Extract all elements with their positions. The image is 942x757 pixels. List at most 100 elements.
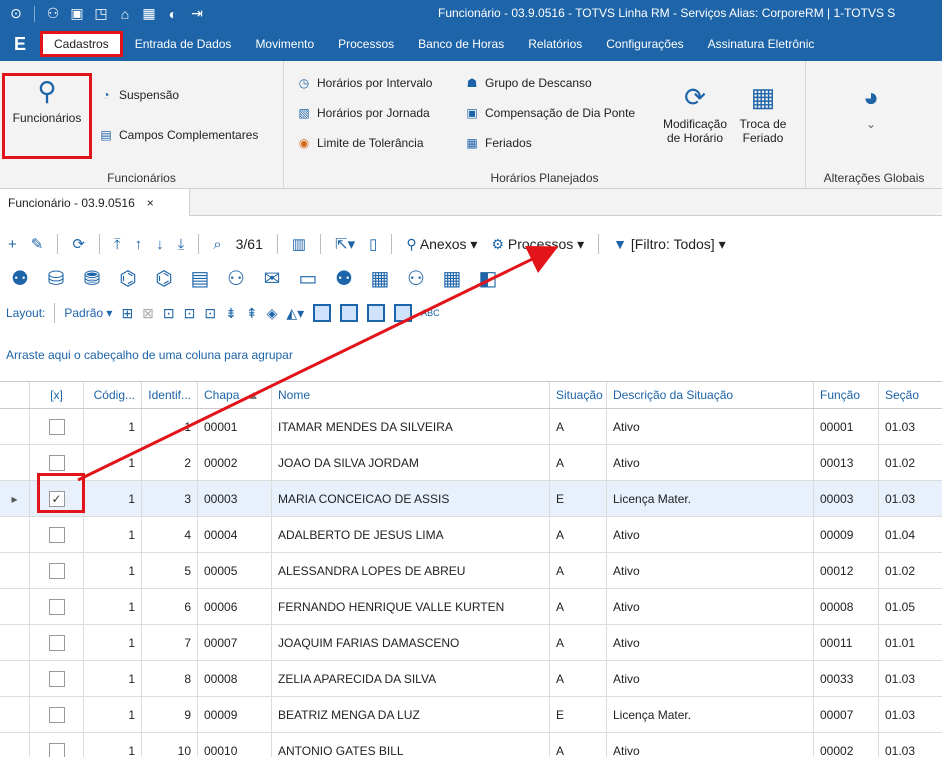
calculator-icon[interactable]: ▦: [139, 4, 159, 24]
col-header-codigo[interactable]: Códig...: [84, 382, 142, 408]
expand-icon[interactable]: ⇞: [246, 305, 258, 322]
exit-icon[interactable]: ⇥: [187, 4, 207, 24]
compensacao-dia-ponte-button[interactable]: ▣ Compensação de Dia Ponte: [464, 105, 635, 121]
row-checkbox[interactable]: [30, 589, 84, 624]
anexos-dropdown[interactable]: ⚲ Anexos ▾: [406, 236, 477, 253]
card-icon[interactable]: ▭: [294, 266, 322, 291]
processos-dropdown[interactable]: ⚙ Processos ▾: [491, 236, 584, 253]
row-checkbox[interactable]: [30, 517, 84, 552]
windows-menu-icon[interactable]: ◳: [91, 4, 111, 24]
view-single-icon[interactable]: [313, 304, 332, 322]
modificacao-horario-button[interactable]: ⟳ Modificação de Horário: [660, 81, 730, 145]
row-checkbox[interactable]: [30, 733, 84, 757]
col-header-nome[interactable]: Nome: [272, 382, 550, 408]
checkbox[interactable]: [48, 454, 65, 471]
mail-icon[interactable]: ✉: [258, 266, 286, 291]
window-icon[interactable]: ▣: [67, 4, 87, 24]
table-row[interactable]: 1 7 00007 JOAQUIM FARIAS DAMASCENO A Ativo 000…: [0, 625, 942, 661]
table-row[interactable]: 1 2 00002 JOAO DA SILVA JORDAM A Ativo 00013 01…: [0, 445, 942, 481]
checkbox[interactable]: [48, 526, 65, 543]
checkbox[interactable]: [48, 418, 65, 435]
row-checkbox[interactable]: [30, 697, 84, 732]
menu-movimento[interactable]: Movimento: [243, 31, 326, 57]
home-icon[interactable]: ⌂: [115, 4, 135, 24]
table-row[interactable]: 1 1 00001 ITAMAR MENDES DA SILVEIRA A Ativo 00…: [0, 409, 942, 445]
org-chart-icon[interactable]: ⚇: [43, 4, 63, 24]
book-icon[interactable]: ◧: [474, 266, 502, 291]
document-person-icon[interactable]: ▤: [186, 266, 214, 291]
checkbox[interactable]: [48, 670, 65, 687]
satellite-icon[interactable]: ⌬: [114, 266, 142, 291]
menu-configuracoes[interactable]: Configurações: [594, 31, 695, 57]
col-header-situacao[interactable]: Situação: [550, 382, 607, 408]
suspensao-button[interactable]: ◔ Suspensão: [98, 87, 179, 103]
menu-banco-de-horas[interactable]: Banco de Horas: [406, 31, 516, 57]
row-checkbox[interactable]: [30, 409, 84, 444]
alteracoes-globais-button[interactable]: ◕ ⌄: [836, 81, 906, 131]
table-row[interactable]: 1 6 00006 FERNANDO HENRIQUE VALLE KURTEN A At…: [0, 589, 942, 625]
table-row[interactable]: 1 10 00010 ANTONIO GATES BILL A Ativo 00002 01.…: [0, 733, 942, 757]
database-add-icon[interactable]: ⛃: [78, 266, 106, 291]
checkbox[interactable]: [48, 742, 65, 757]
edit-icon[interactable]: ✎: [31, 235, 44, 253]
spellcheck-icon[interactable]: ABC: [421, 308, 440, 318]
search-icon[interactable]: ⌕: [213, 236, 221, 253]
menu-processos[interactable]: Processos: [326, 31, 406, 57]
campos-complementares-button[interactable]: ▤ Campos Complementares: [98, 127, 258, 143]
help-icon[interactable]: ◐: [163, 4, 183, 24]
export-icon[interactable]: ⇱▾: [335, 235, 355, 253]
save-layout-icon[interactable]: ⊡: [163, 305, 175, 322]
col-header-check[interactable]: [x]: [30, 382, 84, 408]
col-header-secao[interactable]: Seção: [879, 382, 939, 408]
row-checkbox[interactable]: [30, 553, 84, 588]
remove-user-icon[interactable]: ⚉: [6, 266, 34, 291]
database-icon[interactable]: ⛁: [42, 266, 70, 291]
troca-feriado-button[interactable]: ▦ Troca de Feriado: [732, 81, 794, 145]
document-icon[interactable]: ▯: [369, 235, 377, 253]
layout-preset-dropdown[interactable]: Padrão ▾: [64, 306, 112, 320]
table-row[interactable]: 1 4 00004 ADALBERTO DE JESUS LIMA A Ativo 0000…: [0, 517, 942, 553]
add-layout-icon[interactable]: ⊞: [121, 305, 133, 322]
checkbox[interactable]: [48, 706, 65, 723]
row-checkbox[interactable]: [30, 661, 84, 696]
last-record-icon[interactable]: ⤓: [178, 236, 185, 253]
table-row[interactable]: 1 8 00008 ZELIA APARECIDA DA SILVA A Ativo 000…: [0, 661, 942, 697]
table-row[interactable]: ▸ ✓ 1 3 00003 MARIA CONCEICAO DE ASSIS E Licenç…: [0, 481, 942, 517]
horarios-jornada-button[interactable]: ▧ Horários por Jornada: [296, 105, 429, 121]
group-add-icon[interactable]: ⚇: [402, 266, 430, 291]
next-record-icon[interactable]: ↓: [156, 236, 164, 253]
move-down-icon[interactable]: ⊡: [204, 305, 216, 322]
col-header-identificador[interactable]: Identif...: [142, 382, 198, 408]
columns-icon[interactable]: ▥: [292, 235, 306, 253]
report-icon[interactable]: ▦: [366, 266, 394, 291]
menu-assinatura-eletronica[interactable]: Assinatura Eletrônic: [696, 31, 827, 57]
move-up-icon[interactable]: ⊡: [184, 305, 196, 322]
checkbox[interactable]: [48, 562, 65, 579]
remove-layout-icon[interactable]: ⊠: [142, 305, 154, 322]
add-icon[interactable]: +: [8, 236, 17, 253]
view-header-icon[interactable]: [367, 304, 386, 322]
tab-funcionario[interactable]: Funcionário - 03.9.0516 ×: [0, 189, 190, 216]
first-record-icon[interactable]: ⤒: [114, 236, 121, 253]
grid-icon[interactable]: ▦: [438, 266, 466, 291]
view-detail-icon[interactable]: [394, 304, 413, 322]
previous-record-icon[interactable]: ↑: [135, 236, 143, 253]
feriados-button[interactable]: ▦ Feriados: [464, 135, 531, 151]
table-row[interactable]: 1 5 00005 ALESSANDRA LOPES DE ABREU A Ativo 00…: [0, 553, 942, 589]
limite-tolerancia-button[interactable]: ◉ Limite de Tolerância: [296, 135, 424, 151]
users-icon[interactable]: ⚇: [222, 266, 250, 291]
row-checkbox[interactable]: [30, 625, 84, 660]
grupo-descanso-button[interactable]: ☗ Grupo de Descanso: [464, 75, 592, 91]
col-header-descricao[interactable]: Descrição da Situação: [607, 382, 814, 408]
view-split-icon[interactable]: [340, 304, 359, 322]
app-logo-icon[interactable]: ⊙: [6, 4, 26, 24]
table-row[interactable]: 1 9 00009 BEATRIZ MENGA DA LUZ E Licença Mate…: [0, 697, 942, 733]
close-icon[interactable]: ×: [147, 196, 154, 210]
checkbox[interactable]: [48, 634, 65, 651]
checkbox[interactable]: [48, 598, 65, 615]
col-header-chapa[interactable]: Chapa ▲: [198, 382, 272, 408]
paint-icon[interactable]: ◈: [267, 305, 278, 322]
col-header-funcao[interactable]: Função: [814, 382, 879, 408]
pin-icon[interactable]: ⇟: [225, 305, 237, 322]
filter-dropdown[interactable]: ▼ [Filtro: Todos] ▾: [613, 236, 725, 253]
